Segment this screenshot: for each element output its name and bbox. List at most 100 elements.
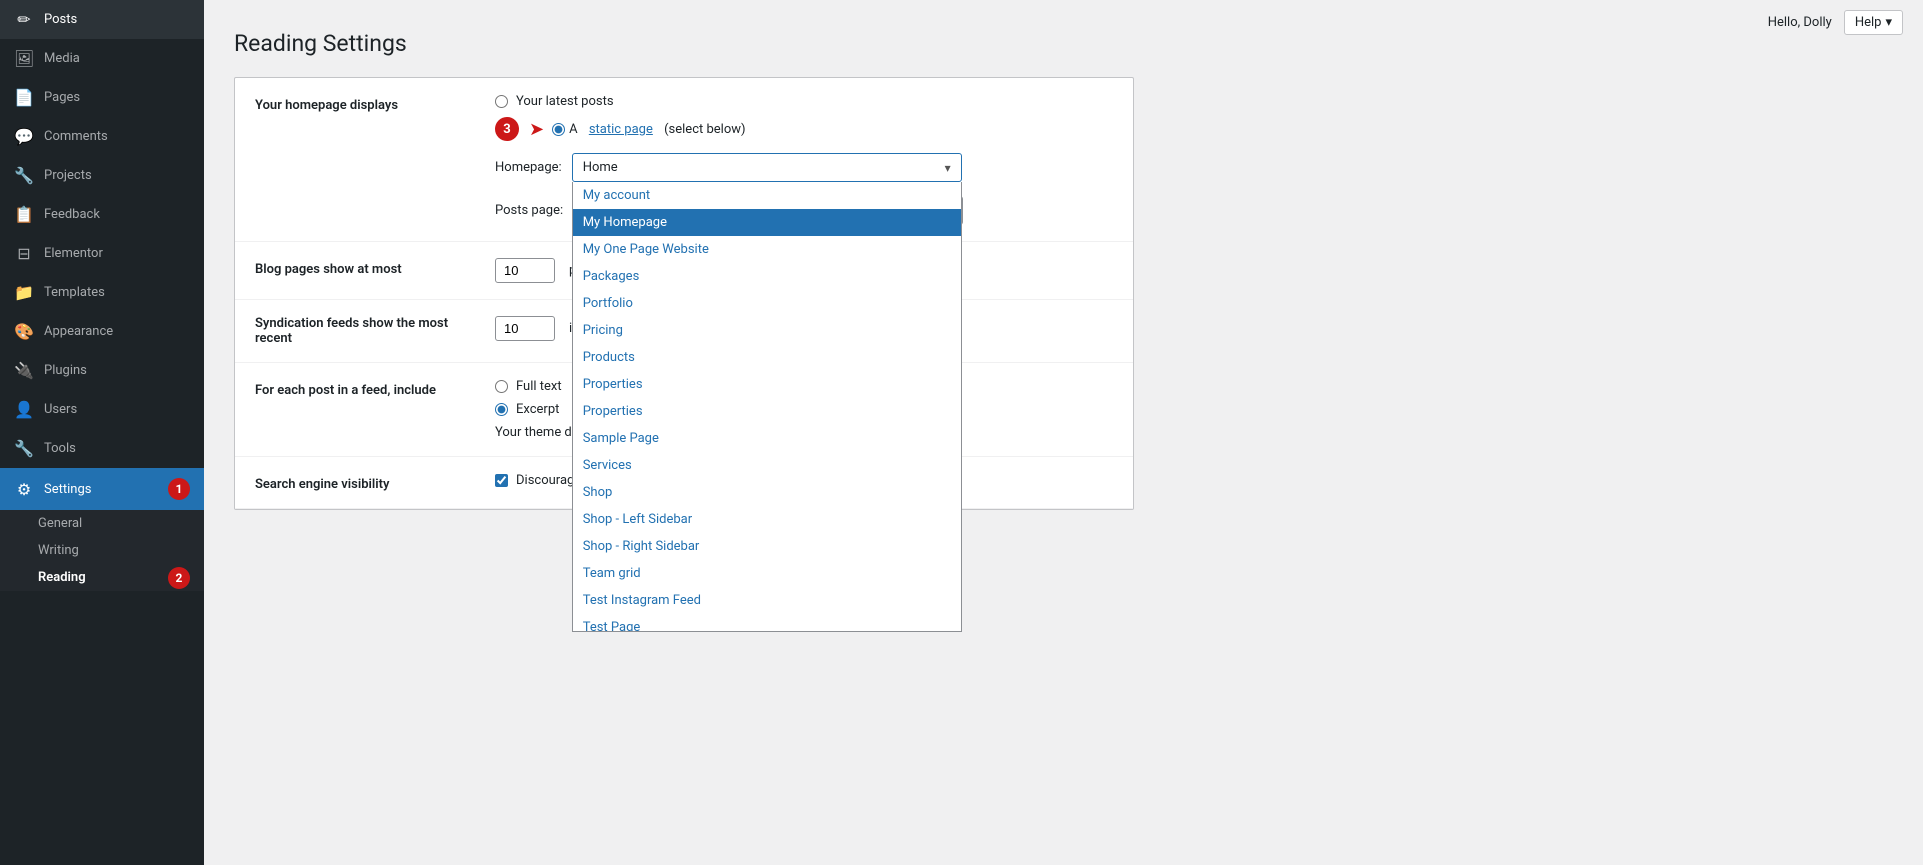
latest-posts-radio-item: Your latest posts <box>495 94 1113 109</box>
homepage-chevron-icon: ▾ <box>945 161 951 175</box>
reading-label: Reading <box>38 570 86 585</box>
sidebar-item-templates[interactable]: 📁 Templates <box>0 273 204 312</box>
sidebar-item-posts[interactable]: ✏ Posts <box>0 0 204 39</box>
excerpt-label: Excerpt <box>516 402 559 417</box>
dropdown-option-my-one-page[interactable]: My One Page Website <box>573 236 961 263</box>
dropdown-option-properties-1[interactable]: Properties <box>573 371 961 398</box>
homepage-displays-row: Your homepage displays Your latest posts… <box>235 78 1133 242</box>
homepage-displays-label: Your homepage displays <box>255 94 475 113</box>
sidebar-item-label: Appearance <box>44 324 113 339</box>
chevron-down-icon: ▾ <box>1885 15 1892 30</box>
sidebar-item-label: Pages <box>44 90 80 105</box>
templates-icon: 📁 <box>14 283 34 302</box>
help-button[interactable]: Help ▾ <box>1844 10 1903 35</box>
dropdown-option-sample-page[interactable]: Sample Page <box>573 425 961 452</box>
sidebar-item-label: Elementor <box>44 246 103 261</box>
dropdown-option-my-homepage[interactable]: My Homepage 4 <box>573 209 961 236</box>
sidebar-item-label: Users <box>44 402 77 417</box>
dropdown-option-services[interactable]: Services <box>573 452 961 479</box>
sidebar-item-appearance[interactable]: 🎨 Appearance <box>0 312 204 351</box>
main-content: Hello, Dolly Help ▾ Reading Settings You… <box>204 0 1923 865</box>
plugins-icon: 🔌 <box>14 361 34 380</box>
appearance-icon: 🎨 <box>14 322 34 341</box>
sidebar-item-media[interactable]: 🖼 Media <box>0 39 204 78</box>
dropdown-option-packages[interactable]: Packages <box>573 263 961 290</box>
dropdown-option-team-grid[interactable]: Team grid <box>573 560 961 587</box>
settings-form: Your homepage displays Your latest posts… <box>234 77 1134 510</box>
comments-icon: 💬 <box>14 127 34 146</box>
topbar: Hello, Dolly Help ▾ <box>1768 10 1903 35</box>
static-page-radio[interactable] <box>552 123 565 136</box>
sidebar-item-label: Media <box>44 51 80 66</box>
my-homepage-label: My Homepage <box>583 215 667 230</box>
media-icon: 🖼 <box>14 49 34 68</box>
static-page-radio-item: 3 ➤ A static page (select below) <box>495 117 1113 141</box>
dropdown-option-properties-2[interactable]: Properties <box>573 398 961 425</box>
excerpt-radio[interactable] <box>495 403 508 416</box>
sidebar-item-label: Feedback <box>44 207 100 222</box>
sidebar: ✏ Posts 🖼 Media 📄 Pages 💬 Comments 🔧 Pro… <box>0 0 204 865</box>
posts-page-label: Posts page: <box>495 203 563 218</box>
full-text-radio[interactable] <box>495 380 508 393</box>
blog-pages-label: Blog pages show at most <box>255 258 475 277</box>
sidebar-sub-item-general[interactable]: General <box>0 510 204 537</box>
sidebar-item-users[interactable]: 👤 Users <box>0 390 204 429</box>
search-visibility-label: Search engine visibility <box>255 473 475 492</box>
dropdown-option-portfolio[interactable]: Portfolio <box>573 290 961 317</box>
dropdown-option-shop-left[interactable]: Shop - Left Sidebar <box>573 506 961 533</box>
sidebar-sub-menu: General Writing Reading 2 <box>0 510 204 591</box>
dropdown-option-shop[interactable]: Shop <box>573 479 961 506</box>
discourage-checkbox[interactable] <box>495 474 508 487</box>
dropdown-option-shop-right[interactable]: Shop - Right Sidebar <box>573 533 961 560</box>
sidebar-item-settings[interactable]: ⚙ Settings 1 ◀ <box>0 468 204 510</box>
tools-icon: 🔧 <box>14 439 34 458</box>
feed-include-label: For each post in a feed, include <box>255 379 475 398</box>
sidebar-sub-item-reading[interactable]: Reading 2 <box>0 564 204 591</box>
theme-det-text: Your theme det <box>495 425 583 440</box>
sidebar-item-label: Comments <box>44 129 108 144</box>
step2-badge: 2 <box>168 567 190 589</box>
sidebar-item-label: Templates <box>44 285 105 300</box>
syndication-label-text: Syndication feeds show the most recent <box>255 316 448 346</box>
homepage-dropdown-section: Homepage: Home ▾ My account My Homepage <box>495 153 1113 225</box>
help-label: Help <box>1855 15 1882 30</box>
sidebar-sub-item-writing[interactable]: Writing <box>0 537 204 564</box>
homepage-displays-control: Your latest posts 3 ➤ A static page (sel… <box>495 94 1113 225</box>
homepage-label: Homepage: <box>495 160 562 175</box>
static-page-radio-label-a: A <box>569 122 577 137</box>
settings-icon: ⚙ <box>14 480 34 499</box>
sidebar-item-projects[interactable]: 🔧 Projects <box>0 156 204 195</box>
dropdown-option-pricing[interactable]: Pricing <box>573 317 961 344</box>
step3-arrow-icon: ➤ <box>529 119 544 140</box>
pages-icon: 📄 <box>14 88 34 107</box>
dropdown-option-test-instagram[interactable]: Test Instagram Feed <box>573 587 961 614</box>
homepage-dropdown-trigger[interactable]: Home ▾ <box>572 153 962 182</box>
step3-badge: 3 <box>495 117 519 141</box>
syndication-label: Syndication feeds show the most recent <box>255 316 475 346</box>
greeting-text: Hello, Dolly <box>1768 15 1832 30</box>
sidebar-item-comments[interactable]: 💬 Comments <box>0 117 204 156</box>
static-page-suffix: (select below) <box>664 122 745 137</box>
sidebar-item-label: Projects <box>44 168 92 183</box>
syndication-input[interactable] <box>495 316 555 341</box>
full-text-label: Full text <box>516 379 562 394</box>
homepage-dropdown-list[interactable]: My account My Homepage 4 My One Page Web… <box>572 182 962 632</box>
sidebar-item-tools[interactable]: 🔧 Tools <box>0 429 204 468</box>
blog-pages-input[interactable] <box>495 258 555 283</box>
sidebar-item-feedback[interactable]: 📋 Feedback <box>0 195 204 234</box>
sidebar-item-plugins[interactable]: 🔌 Plugins <box>0 351 204 390</box>
latest-posts-radio[interactable] <box>495 95 508 108</box>
feedback-icon: 📋 <box>14 205 34 224</box>
dropdown-option-products[interactable]: Products <box>573 344 961 371</box>
sidebar-item-label: Tools <box>44 441 76 456</box>
projects-icon: 🔧 <box>14 166 34 185</box>
step1-badge: 1 <box>168 478 190 500</box>
posts-icon: ✏ <box>14 10 34 29</box>
sidebar-item-elementor[interactable]: ⊟ Elementor <box>0 234 204 273</box>
sidebar-item-pages[interactable]: 📄 Pages <box>0 78 204 117</box>
dropdown-option-test-page[interactable]: Test Page <box>573 614 961 632</box>
dropdown-option-my-account[interactable]: My account <box>573 182 961 209</box>
static-page-link[interactable]: static page <box>589 122 653 137</box>
homepage-dropdown-wrapper: Home ▾ My account My Homepage 4 <box>572 153 962 182</box>
homepage-radio-group: Your latest posts 3 ➤ A static page (sel… <box>495 94 1113 141</box>
